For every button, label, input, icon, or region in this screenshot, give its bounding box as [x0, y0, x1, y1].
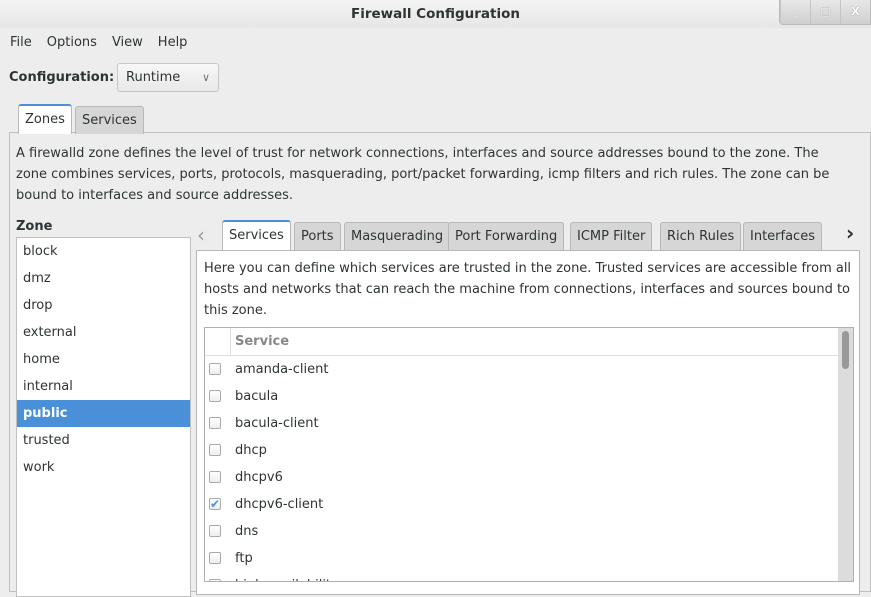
service-name: dhcp	[235, 443, 267, 458]
tab-zone-services[interactable]: Services	[222, 220, 291, 250]
tab-port-forwarding[interactable]: Port Forwarding	[448, 222, 565, 250]
close-button[interactable]: X	[840, 0, 870, 24]
tab-label: Zones	[25, 112, 65, 127]
window-title: Firewall Configuration	[350, 6, 520, 22]
zone-item-dmz[interactable]: dmz	[17, 265, 190, 292]
configuration-label: Configuration:	[9, 70, 115, 85]
zone-item-internal[interactable]: internal	[17, 373, 190, 400]
checkbox[interactable]	[209, 525, 221, 537]
service-name: amanda-client	[235, 362, 329, 377]
checkbox[interactable]	[209, 363, 221, 375]
scrollbar-thumb[interactable]	[842, 331, 849, 369]
tab-icmp-filter[interactable]: ICMP Filter	[570, 222, 653, 250]
menu-help[interactable]: Help	[158, 33, 188, 53]
checkbox[interactable]	[209, 471, 221, 483]
zone-list: block dmz drop external home internal pu…	[16, 237, 191, 597]
configuration-value: Runtime	[126, 70, 181, 85]
checkbox[interactable]	[209, 552, 221, 564]
service-name: ftp	[235, 551, 253, 566]
zone-item-home[interactable]: home	[17, 346, 190, 373]
tab-zones[interactable]: Zones	[18, 104, 72, 134]
tab-label: Services	[229, 228, 284, 243]
tab-label: Port Forwarding	[455, 229, 558, 244]
chevron-down-icon: ∨	[201, 71, 210, 84]
checkbox[interactable]	[209, 579, 221, 581]
tab-interfaces[interactable]: Interfaces	[743, 222, 822, 250]
maximize-button[interactable]: □	[810, 0, 840, 24]
service-row[interactable]: bacula-client	[205, 410, 853, 437]
zone-item-public[interactable]: public	[17, 400, 190, 427]
services-description: Here you can define which services are t…	[204, 261, 852, 318]
tab-label: ICMP Filter	[577, 229, 646, 244]
zone-label: Zone	[16, 219, 53, 234]
service-row[interactable]: dhcp	[205, 437, 853, 464]
column-header-label: Service	[235, 334, 290, 349]
service-row[interactable]: ✔ dhcpv6-client	[205, 491, 853, 518]
tab-label: Masquerading	[351, 229, 444, 244]
tab-label: Interfaces	[750, 229, 815, 244]
minimize-button[interactable]: _	[780, 0, 810, 24]
checkbox[interactable]	[209, 417, 221, 429]
services-table: Service amanda-client bacula bacula-client…	[204, 327, 854, 582]
service-name: bacula	[235, 389, 279, 404]
column-header-service[interactable]: Service	[205, 328, 853, 356]
menu-bar: File Options View Help	[10, 33, 187, 53]
zones-description: A firewalld zone defines the level of tr…	[16, 146, 830, 203]
service-row[interactable]: bacula	[205, 383, 853, 410]
tab-masquerading[interactable]: Masquerading	[344, 222, 451, 250]
chevron-right-icon[interactable]: ›	[846, 222, 854, 244]
zone-item-block[interactable]: block	[17, 238, 190, 265]
tab-ports[interactable]: Ports	[294, 222, 341, 250]
tab-rich-rules[interactable]: Rich Rules	[660, 222, 742, 250]
tab-label: Ports	[301, 229, 334, 244]
checkbox[interactable]	[209, 390, 221, 402]
service-row[interactable]: dns	[205, 518, 853, 545]
service-name: high-availability	[235, 578, 339, 581]
title-bar: Firewall Configuration	[0, 0, 871, 28]
chevron-left-icon[interactable]: ‹	[197, 224, 205, 246]
menu-view[interactable]: View	[112, 33, 143, 53]
service-name: dns	[235, 524, 259, 539]
tab-services[interactable]: Services	[75, 106, 144, 134]
tab-label: Services	[82, 113, 137, 128]
service-row[interactable]: amanda-client	[205, 356, 853, 383]
service-name: bacula-client	[235, 416, 319, 431]
service-name: dhcpv6	[235, 470, 283, 485]
configuration-select[interactable]: Runtime ∨	[117, 63, 219, 92]
menu-options[interactable]: Options	[47, 33, 97, 53]
zone-item-drop[interactable]: drop	[17, 292, 190, 319]
service-row[interactable]: ftp	[205, 545, 853, 572]
zone-item-external[interactable]: external	[17, 319, 190, 346]
service-row[interactable]: high-availability	[205, 572, 853, 581]
zone-item-trusted[interactable]: trusted	[17, 427, 190, 454]
window-controls: _ □ X	[779, 0, 871, 25]
tab-label: Rich Rules	[667, 229, 735, 244]
menu-file[interactable]: File	[10, 33, 32, 53]
zone-item-work[interactable]: work	[17, 454, 190, 481]
checkbox[interactable]	[209, 444, 221, 456]
service-name: dhcpv6-client	[235, 497, 324, 512]
service-row[interactable]: dhcpv6	[205, 464, 853, 491]
checkbox-checked[interactable]: ✔	[209, 498, 221, 510]
